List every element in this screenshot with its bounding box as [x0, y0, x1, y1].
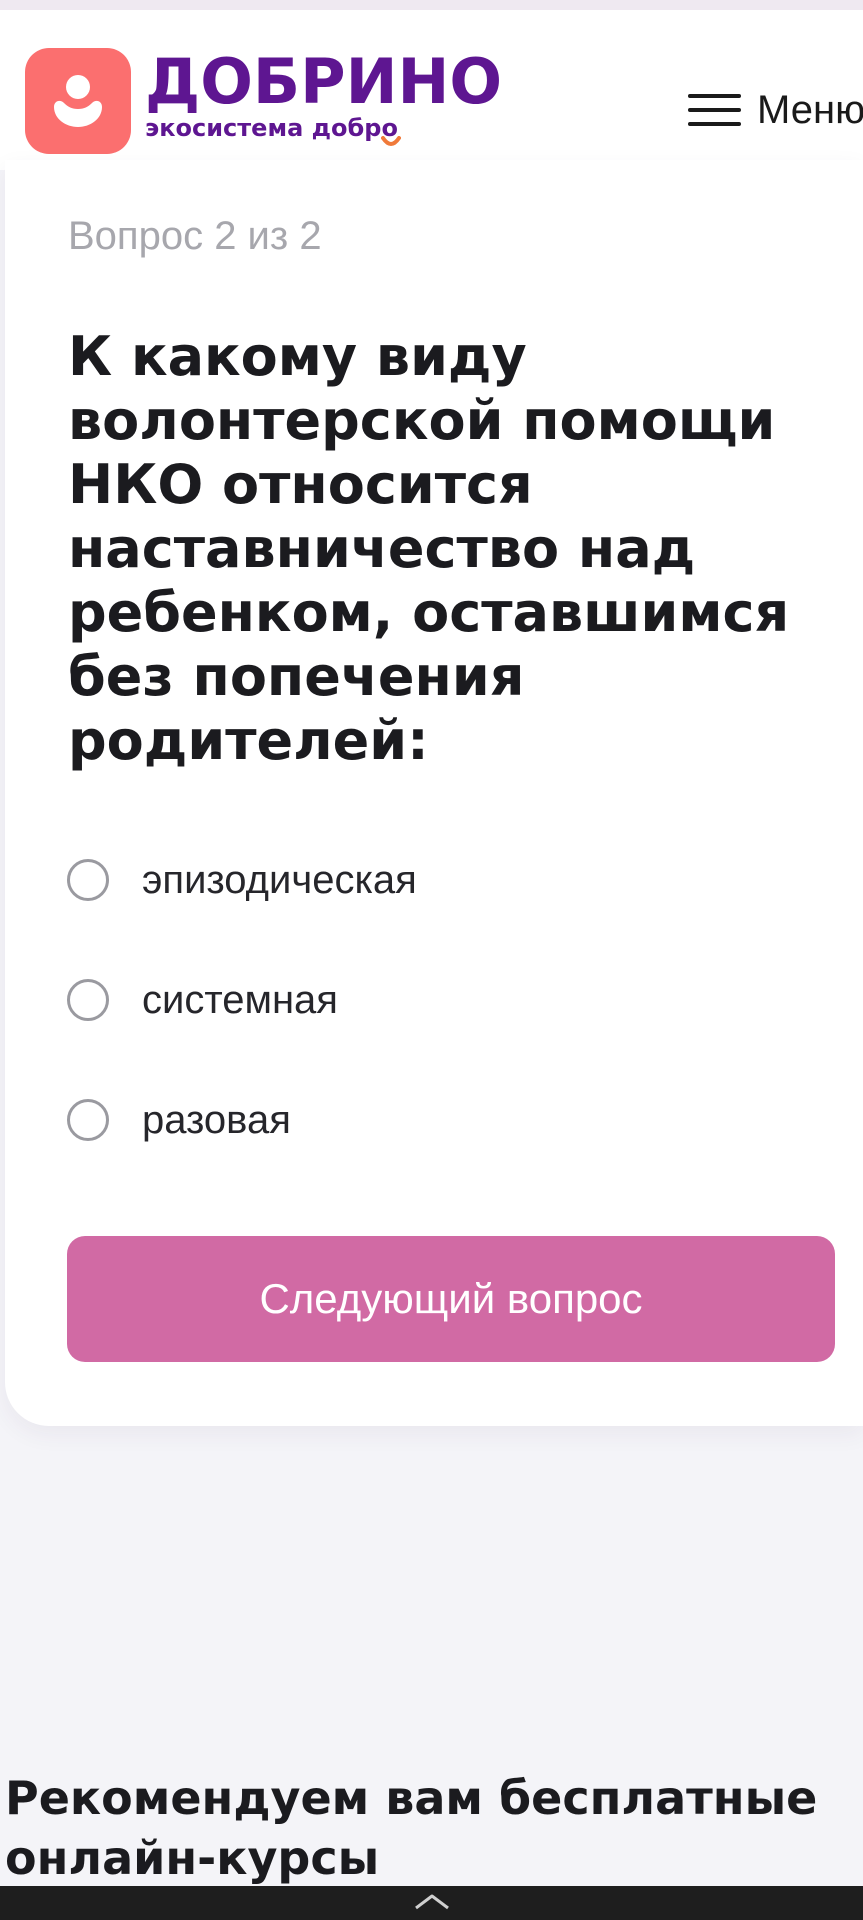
logo-text: ДОБРИНО экосистема добро — [145, 45, 503, 146]
answer-option-label: системная — [142, 977, 338, 1022]
person-icon — [25, 48, 131, 154]
answer-options: эпизодическая системная разовая — [67, 820, 827, 1180]
question-counter: Вопрос 2 из 2 — [68, 214, 322, 258]
answer-option-label: разовая — [142, 1097, 291, 1142]
logo-title: ДОБРИНО — [145, 45, 503, 118]
answer-option-1[interactable]: эпизодическая — [67, 820, 827, 940]
logo-subtitle-text: экосистема добро — [145, 114, 398, 142]
next-question-button[interactable]: Следующий вопрос — [67, 1236, 835, 1362]
system-nav-bar — [0, 1886, 863, 1920]
hamburger-icon — [688, 92, 741, 128]
page: ДОБРИНО экосистема добро Меню Вопрос 2 и… — [0, 0, 863, 1920]
menu-button[interactable]: Меню — [688, 80, 863, 140]
menu-label: Меню — [757, 87, 863, 132]
question-text: К какому виду волонтерской помощи НКО от… — [68, 325, 790, 772]
quiz-card: Вопрос 2 из 2 К какому виду волонтерской… — [5, 160, 863, 1426]
answer-option-3[interactable]: разовая — [67, 1060, 827, 1180]
logo-subtitle: экосистема добро — [145, 114, 502, 146]
status-strip — [0, 0, 863, 10]
logo[interactable]: ДОБРИНО экосистема добро — [25, 48, 502, 154]
recommend-courses-title: Рекомендуем вам бесплатные онлайн-курсы — [5, 1771, 818, 1885]
smile-icon — [381, 136, 401, 146]
answer-option-label: эпизодическая — [142, 857, 417, 902]
answer-option-2[interactable]: системная — [67, 940, 827, 1060]
radio-unchecked-icon[interactable] — [67, 859, 109, 901]
radio-unchecked-icon[interactable] — [67, 1099, 109, 1141]
site-header: ДОБРИНО экосистема добро Меню — [0, 10, 863, 170]
radio-unchecked-icon[interactable] — [67, 979, 109, 1021]
home-handle-icon[interactable] — [412, 1892, 452, 1912]
